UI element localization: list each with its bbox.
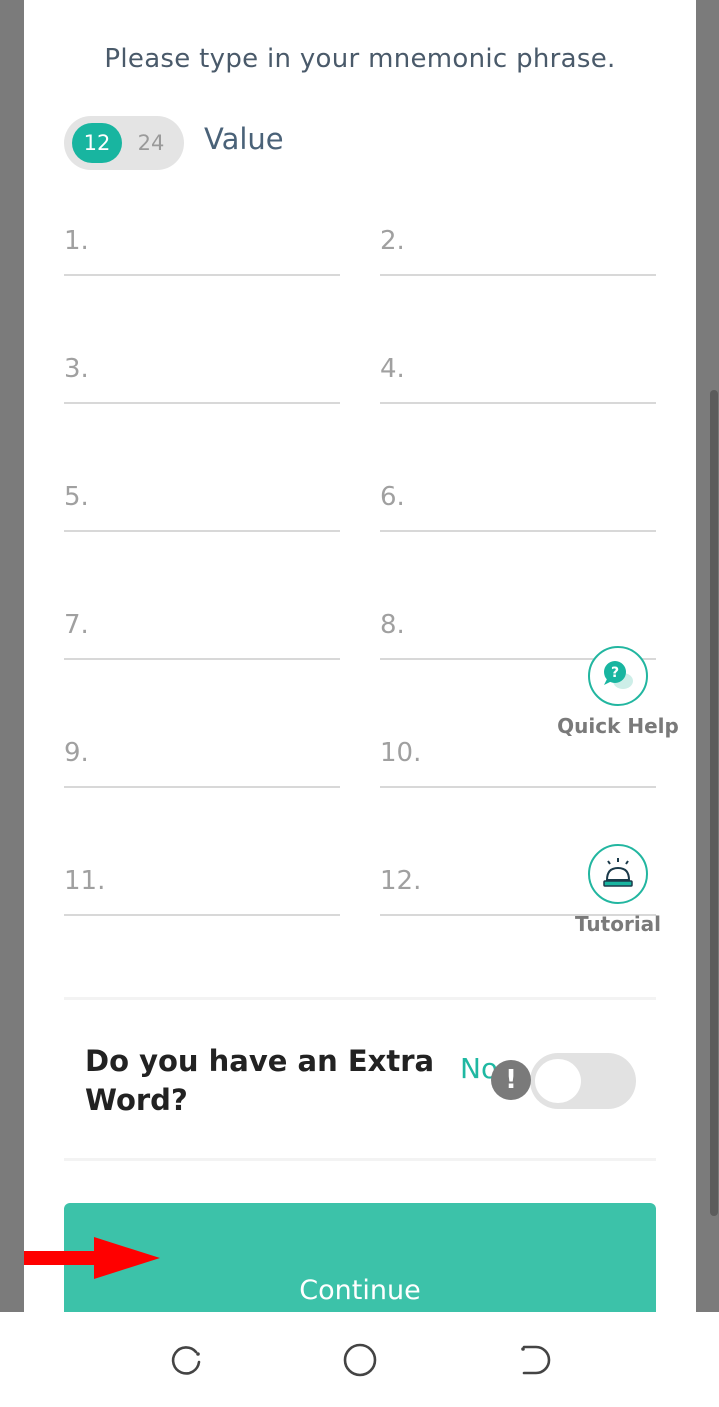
word-input-4[interactable]: 4. bbox=[380, 340, 656, 404]
system-navigation-bar bbox=[0, 1312, 719, 1407]
mnemonic-sheet: Please type in your mnemonic phrase. 12 … bbox=[24, 0, 696, 1312]
word-count-selector[interactable]: 12 24 bbox=[64, 116, 184, 170]
word-input-3[interactable]: 3. bbox=[64, 340, 340, 404]
scrollbar[interactable] bbox=[710, 390, 718, 1216]
word-input-7[interactable]: 7. bbox=[64, 596, 340, 660]
word-number: 4. bbox=[380, 354, 405, 384]
word-number: 5. bbox=[64, 482, 89, 512]
word-number: 7. bbox=[64, 610, 89, 640]
red-arrow-icon bbox=[24, 1237, 160, 1279]
word-number: 2. bbox=[380, 226, 405, 256]
extra-word-question: Do you have an Extra Word? bbox=[85, 1044, 435, 1117]
divider-top bbox=[64, 997, 656, 1000]
back-icon[interactable] bbox=[514, 1340, 554, 1380]
word-number: 11. bbox=[64, 866, 106, 896]
word-input-11[interactable]: 11. bbox=[64, 852, 340, 916]
option-24[interactable]: 24 bbox=[126, 123, 176, 163]
word-input-6[interactable]: 6. bbox=[380, 468, 656, 532]
word-number: 8. bbox=[380, 610, 405, 640]
word-input-2[interactable]: 2. bbox=[380, 212, 656, 276]
service-bell-icon bbox=[603, 858, 633, 887]
word-number: 1. bbox=[64, 226, 89, 256]
option-12[interactable]: 12 bbox=[72, 123, 122, 163]
divider-bottom bbox=[64, 1158, 656, 1161]
tutorial-button[interactable] bbox=[588, 844, 648, 904]
warning-glyph: ! bbox=[505, 1065, 517, 1095]
extra-word-toggle[interactable] bbox=[530, 1053, 636, 1109]
toggle-knob bbox=[535, 1059, 581, 1103]
svg-text:?: ? bbox=[611, 665, 619, 681]
chat-question-icon: ? bbox=[604, 661, 633, 689]
quick-help-button[interactable]: ? bbox=[588, 646, 648, 706]
home-icon[interactable] bbox=[340, 1340, 380, 1380]
screen: Please type in your mnemonic phrase. 12 … bbox=[0, 0, 719, 1407]
quick-help-label: Quick Help bbox=[557, 714, 679, 738]
word-number: 3. bbox=[64, 354, 89, 384]
word-input-5[interactable]: 5. bbox=[64, 468, 340, 532]
value-label: Value bbox=[204, 122, 284, 156]
word-input-9[interactable]: 9. bbox=[64, 724, 340, 788]
word-number: 9. bbox=[64, 738, 89, 768]
word-number: 12. bbox=[380, 866, 422, 896]
page-title: Please type in your mnemonic phrase. bbox=[104, 44, 616, 74]
word-input-1[interactable]: 1. bbox=[64, 212, 340, 276]
word-number: 6. bbox=[380, 482, 405, 512]
recents-icon[interactable] bbox=[166, 1340, 206, 1380]
word-number: 10. bbox=[380, 738, 422, 768]
warning-icon[interactable]: ! bbox=[491, 1060, 531, 1100]
tutorial-label: Tutorial bbox=[574, 912, 662, 936]
